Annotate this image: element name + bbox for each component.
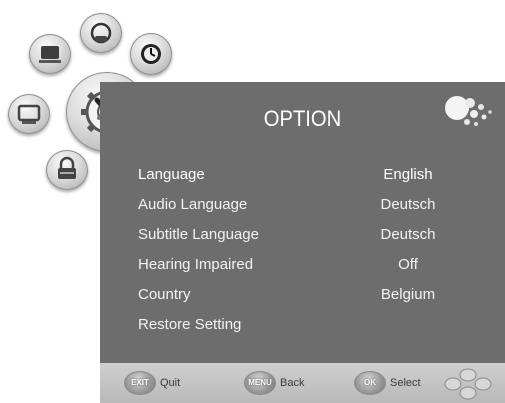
lock-icon[interactable]	[46, 150, 88, 190]
menu-item-audio-language[interactable]: Audio Language Deutsch	[138, 190, 468, 220]
exit-key-icon: EXIT	[124, 371, 156, 395]
footer-bar: EXIT Quit MENU Back OK Select	[100, 363, 505, 403]
back-label: Back	[280, 377, 305, 389]
menu-item-label: Language	[138, 166, 205, 183]
menu-item-language[interactable]: Language English	[138, 160, 468, 190]
channel-icon[interactable]	[8, 94, 50, 134]
navigation-pad-icon	[444, 368, 492, 400]
picture-icon[interactable]	[29, 34, 71, 74]
menu-item-label: Audio Language	[138, 196, 248, 213]
select-button[interactable]: OK Select	[354, 371, 421, 395]
select-label: Select	[390, 377, 421, 389]
menu-item-label: Subtitle Language	[138, 226, 259, 243]
clock-icon[interactable]	[130, 33, 172, 75]
menu-item-hearing-impaired[interactable]: Hearing Impaired Off	[138, 250, 468, 280]
menu-item-value: Deutsch	[380, 196, 436, 213]
menu-item-restore-setting[interactable]: Restore Setting	[138, 310, 468, 340]
quit-button[interactable]: EXIT Quit	[124, 371, 180, 395]
menu-item-label: Hearing Impaired	[138, 256, 254, 273]
page-title: OPTION	[263, 106, 342, 131]
menu-item-label: Country	[138, 286, 191, 303]
menu-item-value: English	[383, 166, 433, 183]
menu-item-value: Belgium	[380, 286, 436, 303]
sound-icon[interactable]	[80, 13, 122, 53]
option-menu-list: Language English Audio Language Deutsch …	[138, 160, 468, 340]
quit-label: Quit	[160, 377, 181, 389]
menu-item-value: Deutsch	[380, 226, 436, 243]
menu-item-value: Off	[398, 256, 418, 273]
menu-item-country[interactable]: Country Belgium	[138, 280, 468, 310]
option-panel: OPTION Language English Audio Language D…	[100, 82, 505, 403]
menu-key-icon: MENU	[244, 371, 276, 395]
ok-key-icon: OK	[354, 371, 386, 395]
back-button[interactable]: MENU Back	[244, 371, 304, 395]
menu-item-label: Restore Setting	[138, 316, 242, 333]
menu-item-subtitle-language[interactable]: Subtitle Language Deutsch	[138, 220, 468, 250]
logo-dots-icon	[445, 96, 492, 126]
